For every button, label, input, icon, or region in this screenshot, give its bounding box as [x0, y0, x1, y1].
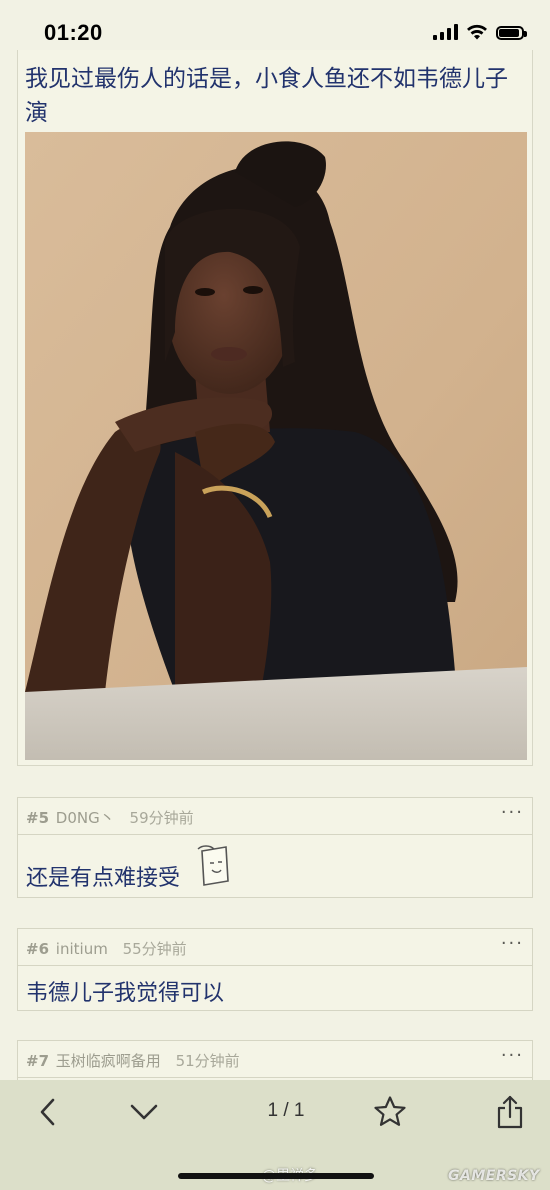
- battery-icon: [496, 26, 527, 40]
- reply-card[interactable]: #5 D0NG丶 59分钟前 ··· 还是有点难接受: [17, 797, 533, 898]
- post-card: 我见过最伤人的话是，小食人鱼还不如韦德儿子演: [17, 50, 533, 766]
- status-time: 01:20: [44, 20, 103, 45]
- back-button[interactable]: [26, 1090, 70, 1134]
- star-icon: [374, 1096, 406, 1126]
- reply-header: #5 D0NG丶 59分钟前 ···: [18, 798, 532, 835]
- chevron-down-icon: [130, 1104, 158, 1120]
- more-options-icon[interactable]: ···: [501, 933, 524, 954]
- more-options-icon[interactable]: ···: [501, 802, 524, 823]
- reply-username[interactable]: D0NG丶: [56, 809, 115, 827]
- favorite-button[interactable]: [368, 1090, 412, 1134]
- reply-content: 还是有点难接受: [26, 866, 181, 891]
- reply-meta: #5 D0NG丶 59分钟前: [26, 807, 194, 828]
- more-options-icon[interactable]: ···: [501, 1045, 524, 1066]
- reply-username[interactable]: initium: [56, 940, 108, 958]
- reply-body: 还是有点难接受: [18, 835, 532, 898]
- reply-floor: #7: [26, 1052, 50, 1070]
- wifi-icon: [467, 24, 487, 40]
- share-icon: [497, 1095, 523, 1129]
- chevron-left-icon: [40, 1098, 55, 1126]
- post-text: 我见过最伤人的话是，小食人鱼还不如韦德儿子演: [25, 66, 508, 126]
- reply-header: #7 玉树临疯啊备用 51分钟前 ···: [18, 1041, 532, 1078]
- reply-meta: #6 initium 55分钟前: [26, 938, 187, 959]
- reply-card[interactable]: #6 initium 55分钟前 ··· 韦德儿子我觉得可以: [17, 928, 533, 1011]
- home-indicator[interactable]: [178, 1173, 374, 1179]
- reply-time: 55分钟前: [122, 940, 187, 958]
- reply-floor: #5: [26, 809, 50, 827]
- paper-sticker-icon: [197, 845, 229, 886]
- reply-username[interactable]: 玉树临疯啊备用: [56, 1052, 161, 1070]
- status-icons: [433, 24, 527, 40]
- share-button[interactable]: [488, 1090, 532, 1134]
- reply-body: 韦德儿子我觉得可以: [18, 966, 532, 1011]
- reply-time: 51分钟前: [175, 1052, 240, 1070]
- next-button[interactable]: [122, 1090, 166, 1134]
- reply-header: #6 initium 55分钟前 ···: [18, 929, 532, 966]
- page-indicator[interactable]: 1 / 1: [254, 1100, 318, 1122]
- reply-time: 59分钟前: [129, 809, 194, 827]
- battery-fill: [499, 29, 519, 37]
- site-watermark: GAMERSKY: [448, 1168, 540, 1184]
- cellular-signal-icon: [433, 24, 458, 40]
- reply-floor: #6: [26, 940, 50, 958]
- reply-meta: #7 玉树临疯啊备用 51分钟前: [26, 1050, 240, 1071]
- reply-content: 韦德儿子我觉得可以: [26, 981, 225, 1006]
- portrait-photo[interactable]: [25, 132, 527, 760]
